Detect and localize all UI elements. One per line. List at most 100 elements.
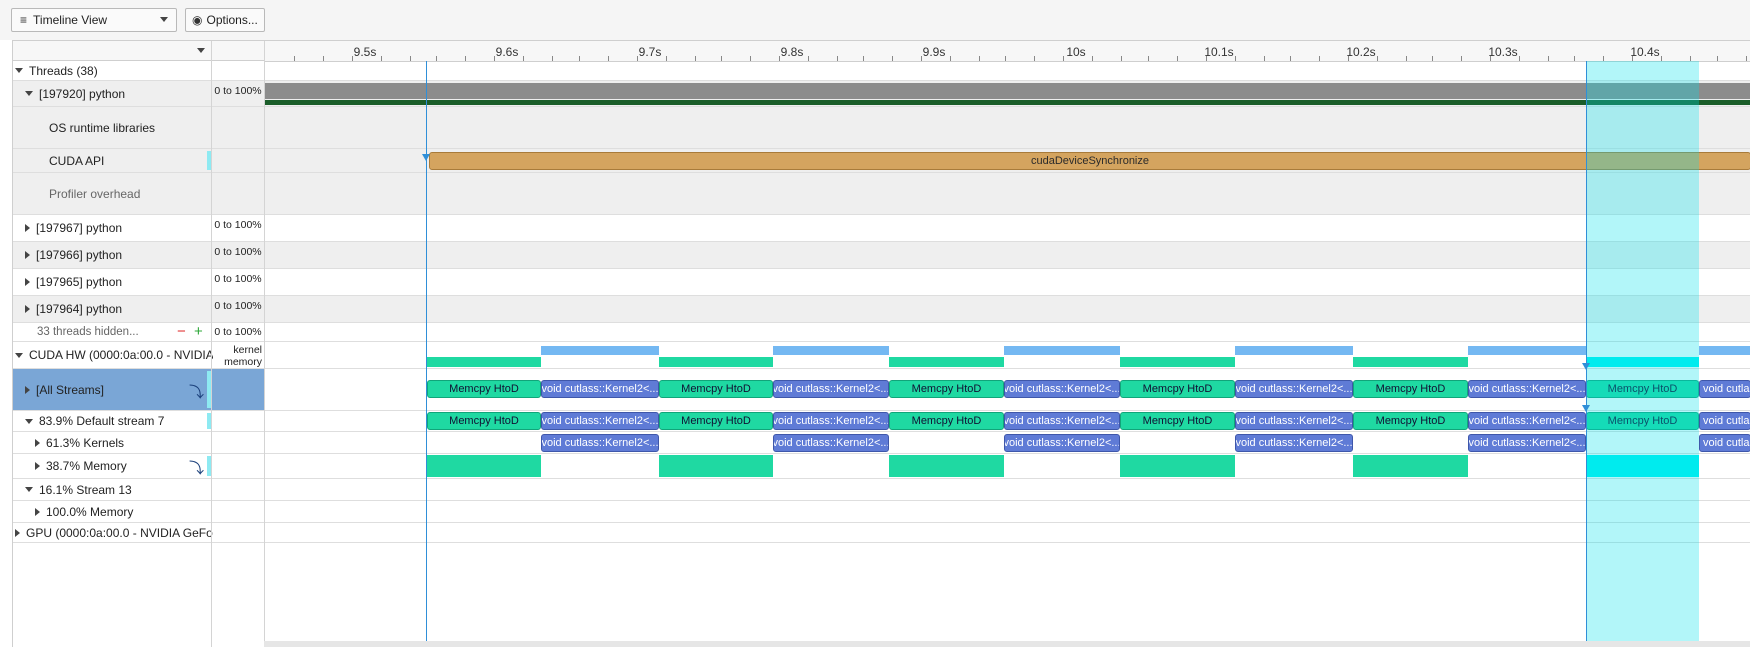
cuda-hw-row[interactable]: CUDA HW (0000:0a:00.0 - NVIDIA kernel me…	[13, 342, 1750, 369]
minus-icon[interactable]: −	[177, 323, 186, 341]
stream13-memory-row[interactable]: 100.0% Memory	[13, 501, 1750, 523]
memory-activity[interactable]	[427, 357, 541, 367]
kernel-event[interactable]: void cutlass::Kernel2<...	[773, 434, 889, 452]
thread-row-197964[interactable]: [197964] python 0 to 100%	[13, 296, 1750, 323]
memcpy-event[interactable]: Memcpy HtoD	[1353, 412, 1468, 430]
tick-label: 9.7s	[638, 45, 662, 59]
column-divider[interactable]	[211, 41, 212, 647]
column-divider[interactable]	[264, 41, 265, 647]
memory-event[interactable]	[889, 455, 1004, 477]
expand-icon[interactable]	[15, 528, 20, 537]
kernel-event[interactable]: void cutlass::Kernel2<...	[773, 380, 889, 398]
memcpy-event[interactable]: Memcpy HtoD	[889, 380, 1004, 398]
kernels-row[interactable]: 61.3% Kernels void cutlass::Kernel2<... …	[13, 432, 1750, 454]
kernel-event[interactable]: void cutlass::Kernel2<...	[1235, 434, 1353, 452]
kernel-activity[interactable]	[1004, 346, 1120, 355]
kernel-activity[interactable]	[1235, 346, 1353, 355]
thread-row-197920[interactable]: [197920] python 0 to 100%	[13, 81, 1750, 107]
selection-edge[interactable]	[1586, 61, 1587, 647]
memcpy-event[interactable]: Memcpy HtoD	[889, 412, 1004, 430]
profiler-overhead-row[interactable]: Profiler overhead	[13, 173, 1750, 215]
pin-arrow-icon[interactable]: ⤵	[189, 457, 204, 478]
memcpy-event[interactable]: Memcpy HtoD	[1120, 412, 1235, 430]
thread-row-197966[interactable]: [197966] python 0 to 100%	[13, 242, 1750, 269]
kernel-event[interactable]: void cutlass::Kernel2<...	[1004, 412, 1120, 430]
pin-arrow-icon[interactable]: ⤵	[189, 381, 204, 402]
memory-event-selected[interactable]	[1586, 455, 1699, 477]
collapse-icon[interactable]	[15, 68, 23, 73]
expand-icon[interactable]	[25, 278, 30, 286]
expand-icon[interactable]	[25, 251, 30, 259]
collapse-icon[interactable]	[25, 487, 33, 492]
thread-utilization-bar[interactable]	[264, 83, 1750, 99]
options-button[interactable]: ◉ Options...	[185, 8, 265, 32]
expand-icon[interactable]	[35, 438, 40, 447]
default-stream-row[interactable]: 83.9% Default stream 7 Memcpy HtoD void …	[13, 411, 1750, 432]
selection-marker-icon	[1582, 405, 1590, 412]
memcpy-event[interactable]: Memcpy HtoD	[659, 380, 773, 398]
memory-activity[interactable]	[1120, 357, 1235, 367]
memory-row[interactable]: 38.7% Memory ⤵	[13, 454, 1750, 479]
kernel-event[interactable]: void cutlass	[1699, 434, 1750, 452]
memory-activity[interactable]	[659, 357, 773, 367]
memcpy-event[interactable]: Memcpy HtoD	[427, 380, 541, 398]
hidden-threads-row[interactable]: 33 threads hidden... − + 0 to 100%	[13, 323, 1750, 342]
kernel-event[interactable]: void cutlass::Kernel2<...	[1004, 380, 1120, 398]
kernel-activity[interactable]	[1468, 346, 1586, 355]
memory-activity[interactable]	[1353, 357, 1468, 367]
kernel-event[interactable]: void cutlass::Kernel2<...	[1235, 380, 1353, 398]
kernel-event[interactable]: void cutlass::Kernel2<...	[1468, 434, 1586, 452]
memcpy-event[interactable]: Memcpy HtoD	[659, 412, 773, 430]
cuda-device-synchronize-event[interactable]: cudaDeviceSynchronize	[429, 152, 1750, 170]
plus-icon[interactable]: +	[194, 323, 203, 341]
kernel-activity[interactable]	[1699, 346, 1750, 355]
time-ruler[interactable]: 9.5s 9.6s 9.7s 9.8s 9.9s 10s 10.1s 10.2s…	[264, 41, 1750, 62]
timeline-cursor[interactable]	[426, 61, 427, 647]
memcpy-event[interactable]: Memcpy HtoD	[427, 412, 541, 430]
stream13-row[interactable]: 16.1% Stream 13	[13, 479, 1750, 501]
thread-row-197965[interactable]: [197965] python 0 to 100%	[13, 269, 1750, 296]
gpu-row[interactable]: GPU (0000:0a:00.0 - NVIDIA GeFor	[13, 523, 1750, 543]
memory-event[interactable]	[427, 455, 541, 477]
expand-icon[interactable]	[25, 385, 30, 394]
collapse-icon[interactable]	[25, 91, 33, 96]
kernel-event[interactable]: void cutlass::Kernel2<...	[541, 434, 659, 452]
cuda-api-row[interactable]: CUDA API cudaDeviceSynchronize	[13, 149, 1750, 173]
kernel-event[interactable]: void cutlass::Kernel2<...	[1468, 412, 1586, 430]
collapse-icon[interactable]	[25, 418, 33, 424]
expand-icon[interactable]	[35, 507, 40, 516]
cuda-hw-label: CUDA HW (0000:0a:00.0 - NVIDIA	[29, 348, 213, 362]
kernel-event[interactable]: void cutlass::Kernel2<...	[1235, 412, 1353, 430]
memcpy-event[interactable]: Memcpy HtoD	[1353, 380, 1468, 398]
memory-activity-selected[interactable]	[1586, 357, 1699, 367]
os-runtime-row[interactable]: OS runtime libraries	[13, 107, 1750, 149]
threads-row[interactable]: Threads (38)	[13, 61, 1750, 81]
header-dropdown-icon[interactable]	[197, 48, 205, 53]
collapse-icon[interactable]	[15, 352, 23, 358]
kernel-event[interactable]: void cutlass::Kernel2<...	[541, 412, 659, 430]
kernel-activity[interactable]	[541, 346, 659, 355]
expand-icon[interactable]	[25, 224, 30, 232]
memory-event[interactable]	[1353, 455, 1468, 477]
kernel-activity[interactable]	[773, 346, 889, 355]
kernel-event[interactable]: void cutlass	[1699, 412, 1750, 430]
timeline-view-dropdown[interactable]: ≡ Timeline View	[11, 8, 177, 32]
memory-event[interactable]	[659, 455, 773, 477]
kernel-event[interactable]: void cutlass	[1699, 380, 1750, 398]
memcpy-event-selected[interactable]: Memcpy HtoD	[1586, 380, 1699, 398]
memcpy-event-selected[interactable]: Memcpy HtoD	[1586, 412, 1699, 430]
thread-state-line[interactable]	[264, 100, 1750, 105]
threads-label: Threads (38)	[29, 63, 98, 78]
kernel-event[interactable]: void cutlass::Kernel2<...	[541, 380, 659, 398]
kernel-event[interactable]: void cutlass::Kernel2<...	[1468, 380, 1586, 398]
expand-icon[interactable]	[35, 462, 40, 470]
all-streams-row[interactable]: [All Streams] ⤵ Memcpy HtoD void cutlass…	[13, 369, 1750, 411]
kernel-event[interactable]: void cutlass::Kernel2<...	[773, 412, 889, 430]
thread-row-197967[interactable]: [197967] python 0 to 100%	[13, 215, 1750, 242]
memory-activity[interactable]	[889, 357, 1004, 367]
expand-icon[interactable]	[25, 305, 30, 313]
horizontal-scrollbar[interactable]	[264, 641, 1750, 647]
kernel-event[interactable]: void cutlass::Kernel2<...	[1004, 434, 1120, 452]
memory-event[interactable]	[1120, 455, 1235, 477]
memcpy-event[interactable]: Memcpy HtoD	[1120, 380, 1235, 398]
